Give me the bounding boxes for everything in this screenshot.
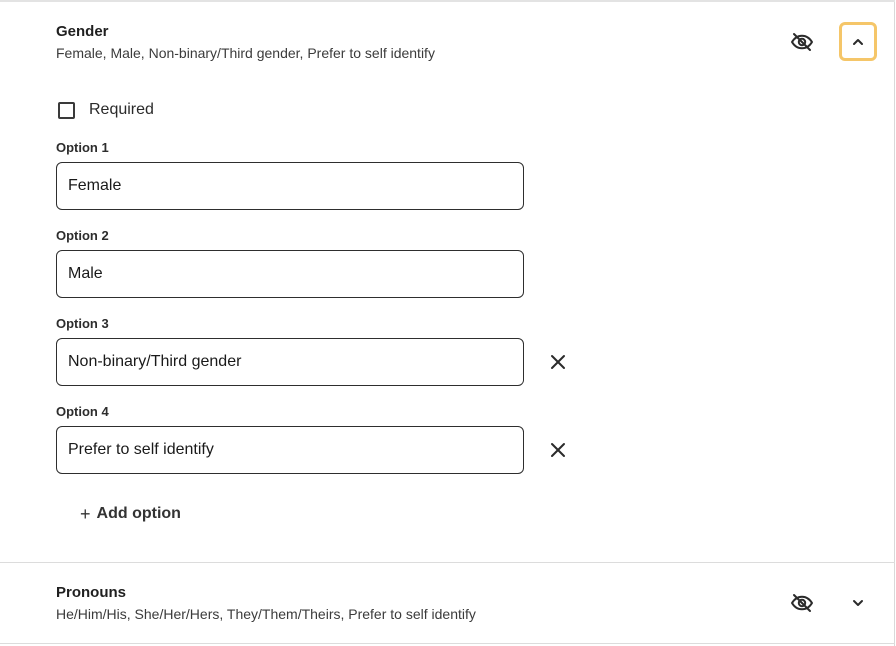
option-3-remove-button[interactable] bbox=[544, 348, 572, 376]
plus-icon: + bbox=[80, 504, 91, 524]
option-3-label: Option 3 bbox=[56, 316, 109, 331]
option-1-input[interactable]: Female bbox=[56, 162, 524, 210]
pronouns-visibility-toggle[interactable] bbox=[784, 585, 820, 621]
gender-section-header: Gender Female, Male, Non-binary/Third ge… bbox=[56, 22, 435, 62]
form-builder-panel: Gender Female, Male, Non-binary/Third ge… bbox=[0, 0, 895, 646]
section-divider bbox=[0, 562, 895, 563]
add-option-button[interactable]: + Add option bbox=[80, 502, 181, 526]
option-4-remove-button[interactable] bbox=[544, 436, 572, 464]
required-row[interactable]: Required bbox=[58, 101, 154, 119]
gender-visibility-toggle[interactable] bbox=[784, 24, 820, 60]
close-icon bbox=[551, 443, 565, 457]
pronouns-expand-button[interactable] bbox=[839, 584, 877, 622]
option-1-label: Option 1 bbox=[56, 140, 109, 155]
required-label: Required bbox=[89, 101, 154, 118]
option-2-input[interactable]: Male bbox=[56, 250, 524, 298]
chevron-up-icon bbox=[853, 38, 863, 45]
bottom-divider bbox=[0, 643, 895, 644]
add-option-label: Add option bbox=[96, 505, 181, 522]
option-2-label: Option 2 bbox=[56, 228, 109, 243]
pronouns-section-header[interactable]: Pronouns He/Him/His, She/Her/Hers, They/… bbox=[56, 583, 476, 623]
eye-slash-icon bbox=[791, 594, 813, 612]
gender-collapse-button[interactable] bbox=[839, 22, 877, 61]
pronouns-summary: He/Him/His, She/Her/Hers, They/Them/Thei… bbox=[56, 606, 476, 622]
required-checkbox[interactable] bbox=[58, 101, 75, 119]
option-4-label: Option 4 bbox=[56, 404, 109, 419]
gender-title: Gender bbox=[56, 23, 109, 40]
top-divider bbox=[0, 0, 895, 2]
pronouns-title: Pronouns bbox=[56, 584, 126, 601]
eye-slash-icon bbox=[791, 33, 813, 51]
chevron-down-icon bbox=[853, 600, 863, 606]
option-3-input[interactable]: Non-binary/Third gender bbox=[56, 338, 524, 386]
close-icon bbox=[551, 355, 565, 369]
option-4-input[interactable]: Prefer to self identify bbox=[56, 426, 524, 474]
gender-summary: Female, Male, Non-binary/Third gender, P… bbox=[56, 45, 435, 61]
